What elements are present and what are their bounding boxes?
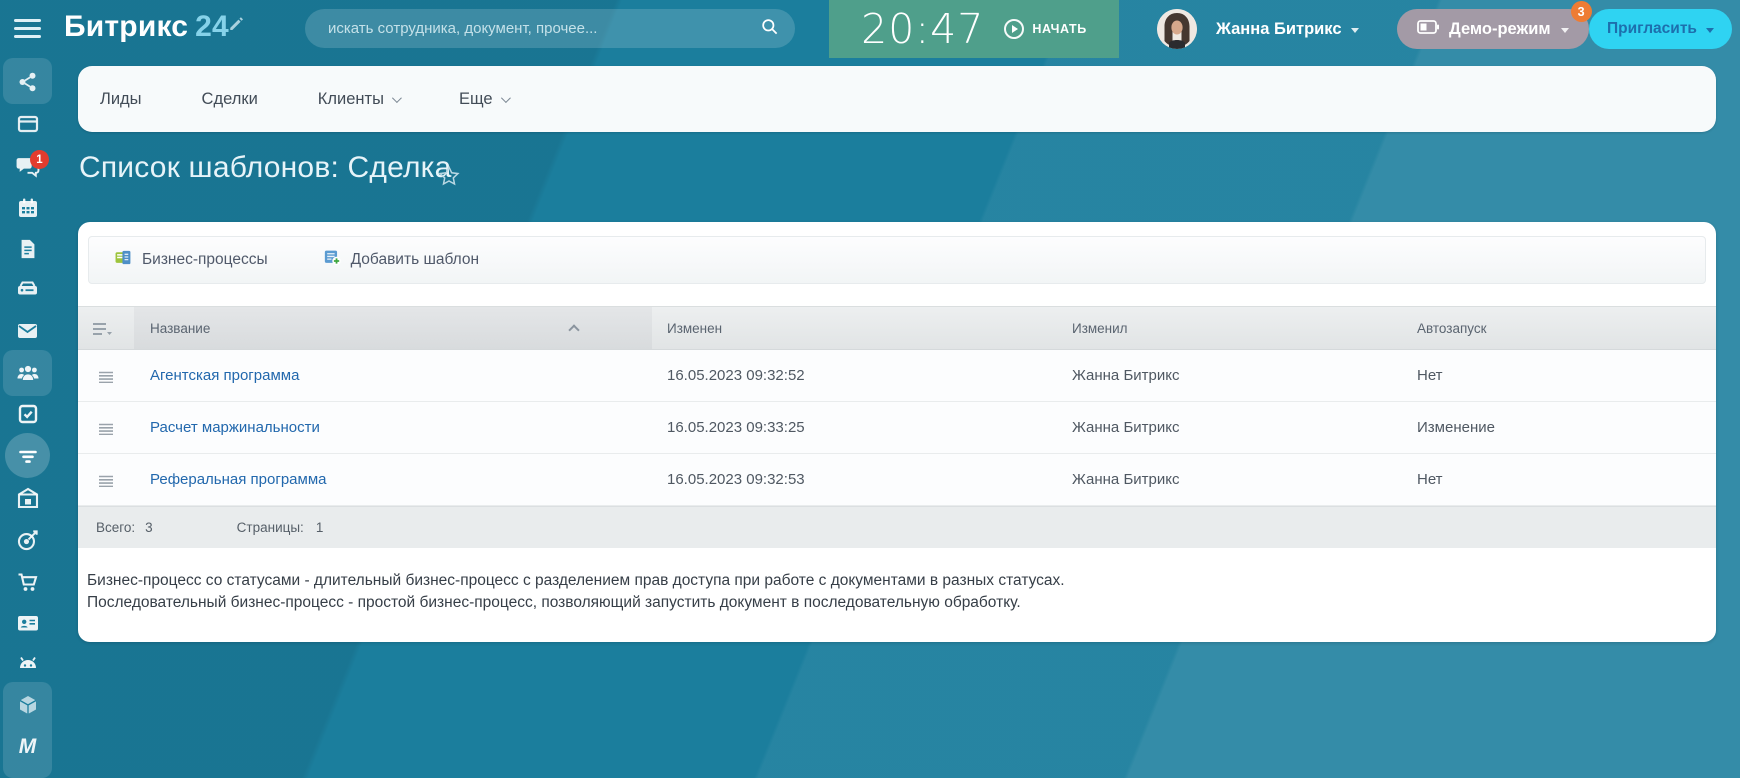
template-list-card: Бизнес-процессы Добавить шаблон Название… [78, 222, 1716, 642]
desktop-icon[interactable] [15, 111, 41, 137]
column-header-autorun[interactable]: Автозапуск [1417, 307, 1487, 349]
add-template-icon [324, 249, 341, 271]
row-drag-icon[interactable] [98, 422, 114, 440]
market-m-icon[interactable]: M [15, 734, 41, 760]
crm-nav-bar: Лиды Сделки Клиенты Еще [78, 66, 1716, 132]
chat-badge: 1 [30, 150, 49, 169]
autorun-cell: Нет [1417, 471, 1443, 488]
chevron-down-icon [1560, 27, 1569, 33]
template-link[interactable]: Расчет маржинальности [150, 402, 320, 453]
main-menu-icon[interactable] [14, 19, 41, 38]
grid-settings-icon[interactable] [92, 321, 112, 342]
tasks-icon[interactable] [15, 401, 41, 427]
modified-by-cell: Жанна Битрикс [1072, 367, 1180, 384]
pages-label: Страницы: [236, 520, 304, 535]
column-header-modified-by[interactable]: Изменил [1072, 307, 1128, 349]
favorite-star-icon[interactable] [437, 164, 461, 193]
modified-by-cell: Жанна Битрикс [1072, 471, 1180, 488]
user-avatar[interactable] [1157, 9, 1197, 49]
modified-cell: 16.05.2023 09:32:52 [667, 367, 805, 384]
community-icon[interactable] [15, 69, 41, 95]
grid-header: Название Изменен Изменил Автозапуск [78, 306, 1716, 350]
page-title: Список шаблонов: Сделка [79, 151, 452, 184]
tab-leads[interactable]: Лиды [100, 90, 142, 109]
logo-24: 24 [195, 10, 229, 43]
people-icon[interactable] [15, 360, 41, 386]
drive-icon[interactable] [15, 277, 41, 303]
shop-cart-icon[interactable] [15, 569, 41, 595]
user-name: Жанна Битрикс [1216, 19, 1342, 38]
bitrix24-app: Битрикс24 20:47 НАЧАТЬ Жанна Битрикс Дем… [0, 0, 1740, 778]
row-drag-icon[interactable] [98, 474, 114, 492]
table-row: Реферальная программа 16.05.2023 09:32:5… [78, 454, 1716, 506]
table-row: Агентская программа 16.05.2023 09:32:52 … [78, 350, 1716, 402]
template-link[interactable]: Реферальная программа [150, 454, 326, 505]
column-header-modified[interactable]: Изменен [667, 307, 722, 349]
start-workday-button[interactable]: НАЧАТЬ [1004, 19, 1087, 39]
total-label: Всего: [96, 520, 136, 535]
search-icon[interactable] [760, 17, 779, 41]
column-header-name[interactable]: Название [150, 307, 210, 349]
time-tracker-panel: 20:47 НАЧАТЬ [829, 0, 1119, 58]
template-link[interactable]: Агентская программа [150, 350, 299, 401]
modified-cell: 16.05.2023 09:32:53 [667, 471, 805, 488]
autorun-cell: Изменение [1417, 419, 1495, 436]
demo-notification-badge: 3 [1570, 1, 1592, 22]
tab-deals[interactable]: Сделки [202, 90, 258, 109]
pages-value[interactable]: 1 [316, 520, 324, 535]
calendar-icon[interactable] [15, 195, 41, 221]
invite-button[interactable]: Пригласить [1589, 9, 1732, 49]
chevron-down-icon [1705, 27, 1714, 33]
row-drag-icon[interactable] [98, 370, 114, 388]
clock-time: 20:47 [861, 4, 985, 53]
chevron-down-icon [391, 92, 402, 103]
bp-description: Бизнес-процесс со статусами - длительный… [87, 570, 1065, 614]
robot-icon[interactable] [15, 650, 41, 676]
description-line: Бизнес-процесс со статусами - длительный… [87, 572, 1065, 589]
user-menu[interactable]: Жанна Битрикс [1216, 0, 1359, 58]
edit-pencil-icon[interactable] [228, 14, 246, 37]
document-icon[interactable] [15, 236, 41, 262]
crm-funnel-icon[interactable] [15, 443, 41, 469]
logo: Битрикс 24 [64, 10, 229, 44]
grid-footer: Всего: 3 Страницы: 1 [78, 506, 1716, 548]
description-line: Последовательный бизнес-процесс - просто… [87, 594, 1021, 611]
tab-more[interactable]: Еще [459, 90, 511, 109]
demo-mode-button[interactable]: Демо-режим 3 [1397, 1, 1592, 49]
toolbar: Бизнес-процессы Добавить шаблон [88, 236, 1706, 284]
play-icon [1004, 19, 1025, 39]
sites-cube-icon[interactable] [15, 692, 41, 718]
logo-brand: Битрикс [64, 10, 189, 43]
modified-cell: 16.05.2023 09:33:25 [667, 419, 805, 436]
contact-card-icon[interactable] [15, 610, 41, 636]
business-processes-icon [115, 249, 132, 271]
chevron-down-icon [500, 92, 511, 103]
modified-by-cell: Жанна Битрикс [1072, 419, 1180, 436]
mail-icon[interactable] [15, 318, 41, 344]
tab-clients[interactable]: Клиенты [318, 90, 402, 109]
battery-icon [1417, 19, 1439, 39]
total-value: 3 [145, 520, 153, 535]
add-template-button[interactable]: Добавить шаблон [324, 249, 479, 271]
chevron-down-icon [1350, 27, 1359, 33]
left-sidebar: 1 M [0, 58, 55, 778]
business-processes-button[interactable]: Бизнес-процессы [115, 249, 268, 271]
search-input[interactable] [328, 20, 760, 37]
marketing-target-icon[interactable] [15, 527, 41, 553]
table-row: Расчет маржинальности 16.05.2023 09:33:2… [78, 402, 1716, 454]
warehouse-icon[interactable] [15, 485, 41, 511]
autorun-cell: Нет [1417, 367, 1443, 384]
global-search [305, 9, 795, 48]
